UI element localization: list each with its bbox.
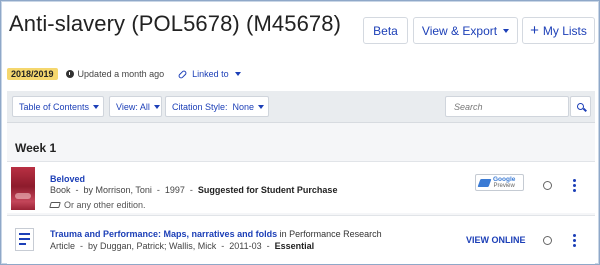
list-meta: 2018/2019 Updated a month ago Linked to (7, 66, 241, 82)
chevron-down-icon (234, 72, 241, 76)
google-preview-button[interactable]: Google Preview (475, 174, 524, 191)
citation-style-label: Citation Style: None (172, 101, 255, 112)
item-container: in Performance Research (279, 229, 382, 239)
item-note: Or any other edition. (49, 200, 146, 210)
reading-list-page: Anti-slavery (POL5678) (M45678) Beta Vie… (0, 0, 600, 265)
section-heading: Week 1 (15, 141, 57, 155)
link-icon (177, 69, 188, 79)
item-select-radio[interactable] (543, 236, 552, 245)
item-year: 1997 (164, 185, 185, 195)
view-online-link[interactable]: VIEW ONLINE (466, 235, 526, 245)
list-item: Beloved Book - by Morrison, Toni - 1997 … (7, 161, 595, 213)
my-lists-label: My Lists (542, 23, 587, 38)
book-cover-image[interactable] (11, 167, 35, 210)
clock-icon (65, 70, 74, 78)
list-content: Week 1 Beloved Book - by Morrison, Toni … (7, 123, 595, 264)
linked-to-label: Linked to (192, 69, 229, 79)
item-type: Book (50, 185, 71, 195)
item-title-link[interactable]: Trauma and Performance: Maps, narratives… (50, 229, 382, 239)
list-toolbar: Table of Contents View: All Citation Sty… (7, 91, 595, 123)
item-note-text: Or any other edition. (64, 200, 146, 210)
chevron-down-icon (153, 104, 160, 109)
item-authors: by Morrison, Toni (83, 185, 152, 195)
search-button[interactable] (570, 96, 591, 117)
graduation-cap-icon (49, 202, 61, 208)
search-placeholder: Search (454, 101, 483, 112)
item-title-link[interactable]: Beloved (50, 174, 85, 184)
article-icon (15, 228, 34, 251)
list-item: Trauma and Performance: Maps, narratives… (7, 215, 595, 264)
my-lists-button[interactable]: + My Lists (522, 17, 595, 44)
chevron-down-icon (503, 28, 510, 33)
item-importance: Essential (274, 241, 315, 251)
item-select-radio[interactable] (543, 181, 552, 190)
item-type: Article (50, 241, 76, 251)
toc-label: Table of Contents (19, 101, 90, 112)
plus-icon: + (530, 22, 539, 39)
item-details: Article - by Duggan, Patrick; Wallis, Mi… (50, 241, 315, 251)
year-badge: 2018/2019 (7, 68, 58, 80)
linked-to-dropdown[interactable]: Linked to (177, 69, 241, 79)
beta-button[interactable]: Beta (363, 17, 408, 44)
google-books-icon (477, 178, 492, 187)
chevron-down-icon (93, 104, 100, 109)
updated-status: Updated a month ago (65, 69, 165, 79)
kebab-menu-icon[interactable] (573, 179, 576, 194)
search-input[interactable]: Search (445, 96, 569, 117)
item-year: 2011-03 (229, 241, 262, 251)
view-export-button[interactable]: View & Export (413, 17, 518, 44)
preview-label: Preview (493, 182, 515, 189)
citation-style-dropdown[interactable]: Citation Style: None (165, 96, 269, 117)
view-filter-dropdown[interactable]: View: All (109, 96, 162, 117)
beta-button-label: Beta (373, 23, 398, 38)
updated-text: Updated a month ago (77, 69, 165, 79)
page-title: Anti-slavery (POL5678) (M45678) (9, 11, 342, 36)
search-icon (577, 103, 584, 110)
view-filter-label: View: All (116, 101, 150, 112)
table-of-contents-dropdown[interactable]: Table of Contents (12, 96, 104, 117)
item-title: Trauma and Performance: Maps, narratives… (50, 229, 278, 239)
item-details: Book - by Morrison, Toni - 1997 - Sugges… (50, 185, 338, 195)
chevron-down-icon (258, 104, 265, 109)
item-authors: by Duggan, Patrick; Wallis, Mick (88, 241, 217, 251)
kebab-menu-icon[interactable] (573, 234, 576, 249)
item-importance: Suggested for Student Purchase (197, 185, 338, 195)
view-export-label: View & Export (421, 23, 498, 38)
